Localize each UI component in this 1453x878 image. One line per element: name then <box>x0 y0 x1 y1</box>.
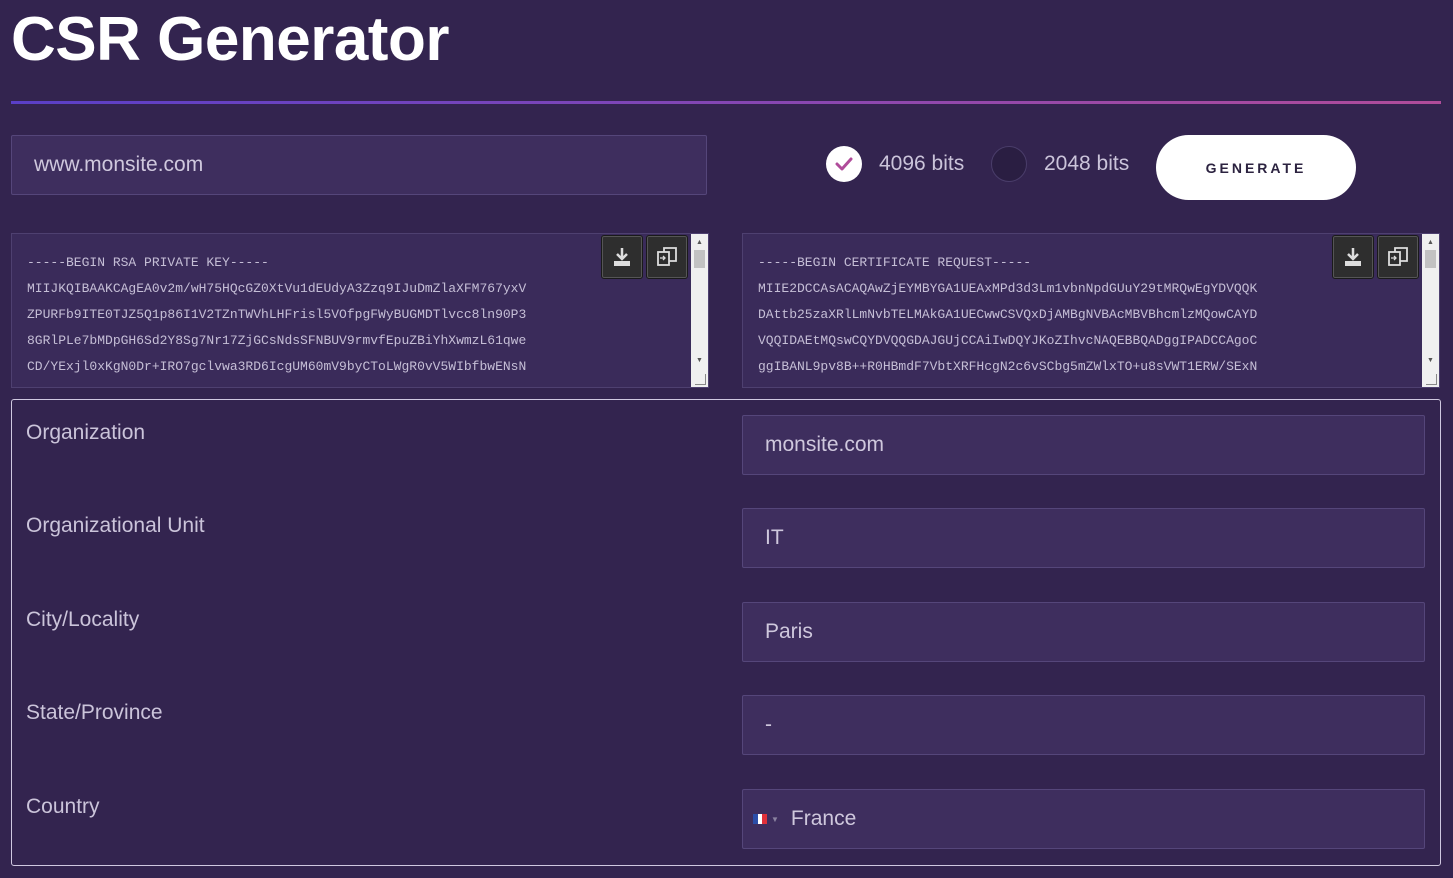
private-key-text[interactable]: -----BEGIN RSA PRIVATE KEY----- MIIJKQIB… <box>27 250 682 380</box>
france-flag-icon[interactable] <box>753 814 768 824</box>
csr-copy-button[interactable] <box>1377 235 1419 279</box>
private-key-textarea[interactable]: -----BEGIN RSA PRIVATE KEY----- MIIJKQIB… <box>11 233 709 388</box>
state-value: - <box>765 713 772 736</box>
state-label: State/Province <box>26 701 163 724</box>
scroll-up-arrow-icon[interactable]: ▲ <box>691 236 708 250</box>
chevron-down-icon[interactable]: ▼ <box>771 815 779 824</box>
domain-input[interactable] <box>11 135 707 195</box>
csr-text[interactable]: -----BEGIN CERTIFICATE REQUEST----- MIIE… <box>758 250 1413 380</box>
city-label: City/Locality <box>26 608 140 631</box>
resize-grip-icon[interactable] <box>1426 374 1437 385</box>
radio-4096-checked[interactable] <box>826 146 862 182</box>
country-value: France <box>790 807 857 830</box>
organizational-unit-label: Organizational Unit <box>26 514 205 537</box>
download-icon <box>1345 248 1361 266</box>
radio-2048[interactable]: 2048 bits <box>991 146 1129 182</box>
private-key-scrollbar[interactable]: ▲ ▼ <box>691 234 708 387</box>
resize-grip-icon[interactable] <box>695 374 706 385</box>
organization-value: monsite.com <box>765 433 885 456</box>
copy-icon <box>1388 247 1408 266</box>
country-label: Country <box>26 795 100 818</box>
organizational-unit-value: IT <box>765 526 784 549</box>
scroll-down-arrow-icon[interactable]: ▼ <box>691 354 708 368</box>
scroll-thumb[interactable] <box>1425 250 1436 268</box>
radio-2048-unchecked[interactable] <box>991 146 1027 182</box>
private-key-copy-button[interactable] <box>646 235 688 279</box>
title-divider <box>11 101 1441 104</box>
city-value: Paris <box>765 620 813 643</box>
scroll-down-arrow-icon[interactable]: ▼ <box>1422 354 1439 368</box>
page-title: CSR Generator <box>11 5 449 74</box>
scroll-up-arrow-icon[interactable]: ▲ <box>1422 236 1439 250</box>
state-input[interactable]: - <box>742 695 1425 755</box>
download-icon <box>614 248 630 266</box>
radio-2048-label: 2048 bits <box>1044 152 1130 175</box>
radio-4096[interactable]: 4096 bits <box>826 146 964 182</box>
radio-4096-label: 4096 bits <box>879 152 965 175</box>
check-icon <box>835 157 853 171</box>
country-select[interactable]: ▼ France <box>742 789 1425 849</box>
organization-label: Organization <box>26 421 146 444</box>
city-input[interactable]: Paris <box>742 602 1425 662</box>
scroll-thumb[interactable] <box>694 250 705 268</box>
organization-input[interactable]: monsite.com <box>742 415 1425 475</box>
csr-scrollbar[interactable]: ▲ ▼ <box>1422 234 1439 387</box>
private-key-download-button[interactable] <box>601 235 643 279</box>
copy-icon <box>657 247 677 266</box>
csr-textarea[interactable]: -----BEGIN CERTIFICATE REQUEST----- MIIE… <box>742 233 1440 388</box>
organizational-unit-input[interactable]: IT <box>742 508 1425 568</box>
generate-button[interactable]: GENERATE <box>1156 135 1356 200</box>
csr-download-button[interactable] <box>1332 235 1374 279</box>
